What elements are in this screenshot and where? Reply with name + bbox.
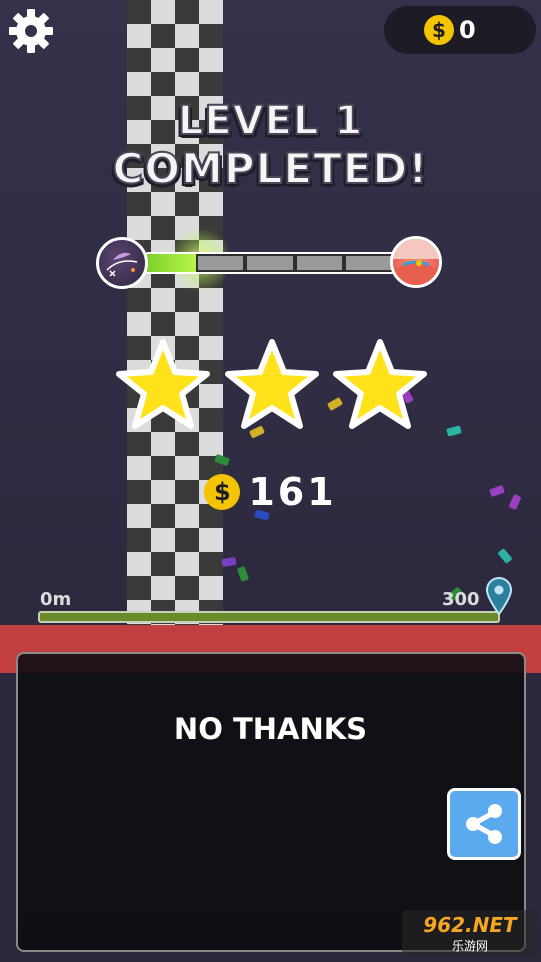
progress-segment xyxy=(198,256,244,270)
confetti-piece xyxy=(236,566,250,582)
star-icon xyxy=(333,339,427,429)
level-progress-fill xyxy=(147,254,197,272)
reward-display: $ 161 xyxy=(0,470,541,514)
watermark: 962.NET 乐游网 xyxy=(402,910,538,956)
coin-icon: $ xyxy=(204,474,241,510)
finish-line-checker xyxy=(127,0,223,625)
watermark-subtitle: 乐游网 xyxy=(451,938,488,953)
confetti-piece xyxy=(446,425,462,437)
star-icon xyxy=(116,339,210,429)
coin-count: 0 xyxy=(459,16,476,44)
completed-title: COMPLETED! xyxy=(112,143,429,194)
watermark-brand: 962.NET xyxy=(423,912,517,937)
distance-track xyxy=(38,611,500,623)
location-pin-icon xyxy=(485,577,513,616)
reward-amount: 161 xyxy=(248,470,337,514)
progress-segment xyxy=(296,256,342,270)
progress-segment xyxy=(345,256,391,270)
gear-icon[interactable] xyxy=(8,8,54,54)
confetti-piece xyxy=(497,548,513,564)
progress-segment xyxy=(247,256,293,270)
share-icon xyxy=(466,804,502,844)
share-button[interactable] xyxy=(447,788,521,860)
distance-end-label: 300 xyxy=(442,589,480,610)
coin-counter: $ 0 xyxy=(384,6,536,54)
distance-start-label: 0m xyxy=(40,589,72,610)
star-icon xyxy=(225,339,319,429)
no-thanks-button[interactable]: NO THANKS xyxy=(0,712,541,746)
start-level-avatar xyxy=(96,237,148,289)
next-level-avatar xyxy=(390,236,442,288)
level-title: LEVEL 1 xyxy=(177,97,364,145)
confetti-piece xyxy=(221,556,237,568)
level-progress-bar xyxy=(145,252,395,274)
coin-icon: $ xyxy=(424,15,454,45)
